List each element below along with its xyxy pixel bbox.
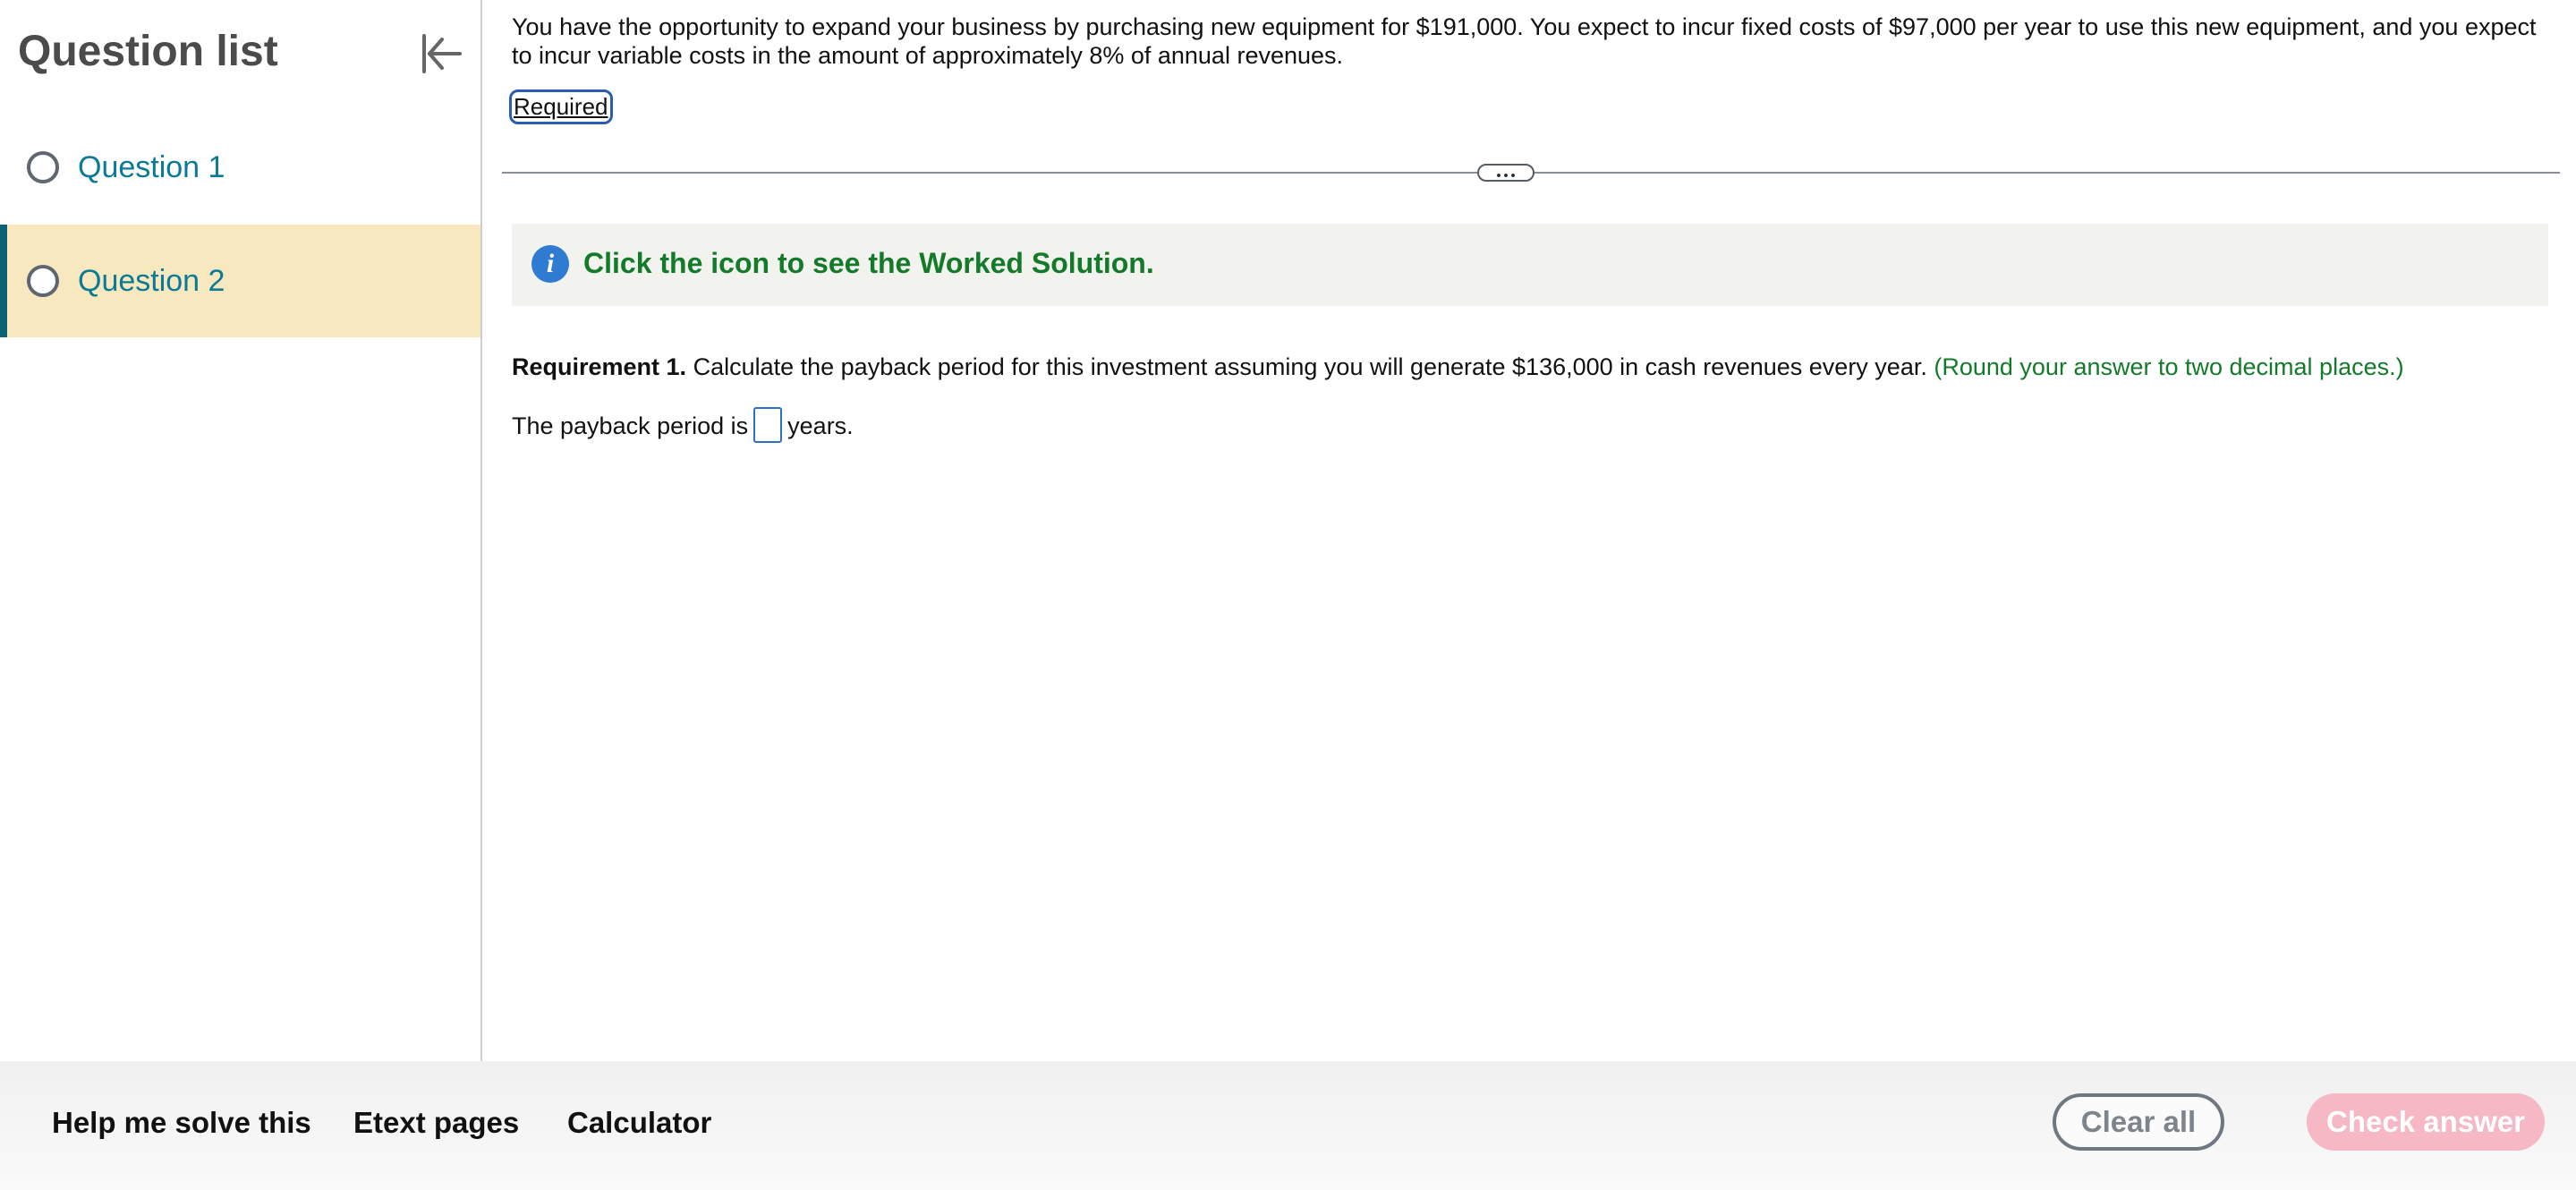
info-icon[interactable]: i [531,245,569,283]
requirement-text: Calculate the payback period for this in… [686,353,1934,380]
required-link[interactable]: Required [509,89,613,124]
answer-line: The payback period is years. [512,407,854,446]
requirement-label: Requirement 1. [512,353,687,380]
sidebar-title: Question list [18,28,278,75]
question-content: You have the opportunity to expand your … [484,0,2576,1061]
problem-statement: You have the opportunity to expand your … [512,13,2537,69]
footer-toolbar: Help me solve this Etext pages Calculato… [0,1061,2576,1190]
dot-icon [1497,174,1501,177]
divider-expand-handle[interactable] [1477,164,1535,182]
clear-all-button[interactable]: Clear all [2053,1093,2224,1151]
worked-solution-text: Click the icon to see the Worked Solutio… [583,247,1154,279]
radio-unselected-icon [27,265,59,297]
dot-icon [1504,174,1508,177]
question-item-label: Question 1 [78,150,225,184]
collapse-left-icon [422,34,462,73]
answer-prefix: The payback period is [512,412,749,440]
worked-solution-banner: i Click the icon to see the Worked Solut… [512,224,2548,306]
radio-unselected-icon [27,151,59,183]
payback-period-input[interactable] [753,407,783,443]
requirement-1: Requirement 1. Calculate the payback per… [512,353,2404,381]
question-item-2[interactable]: Question 2 [0,225,480,337]
dot-icon [1511,174,1515,177]
etext-pages-button[interactable]: Etext pages [353,1106,519,1140]
collapse-sidebar-button[interactable] [413,27,467,81]
rounding-hint: (Round your answer to two decimal places… [1934,353,2404,380]
calculator-button[interactable]: Calculator [567,1106,711,1140]
sidebar-header: Question list [0,0,480,109]
check-answer-button[interactable]: Check answer [2307,1093,2545,1151]
answer-suffix: years. [787,412,854,440]
question-list-sidebar: Question list Question 1 Question 2 [0,0,482,1061]
question-item-1[interactable]: Question 1 [0,111,480,224]
help-me-solve-button[interactable]: Help me solve this [52,1106,311,1140]
question-item-label: Question 2 [78,264,225,298]
